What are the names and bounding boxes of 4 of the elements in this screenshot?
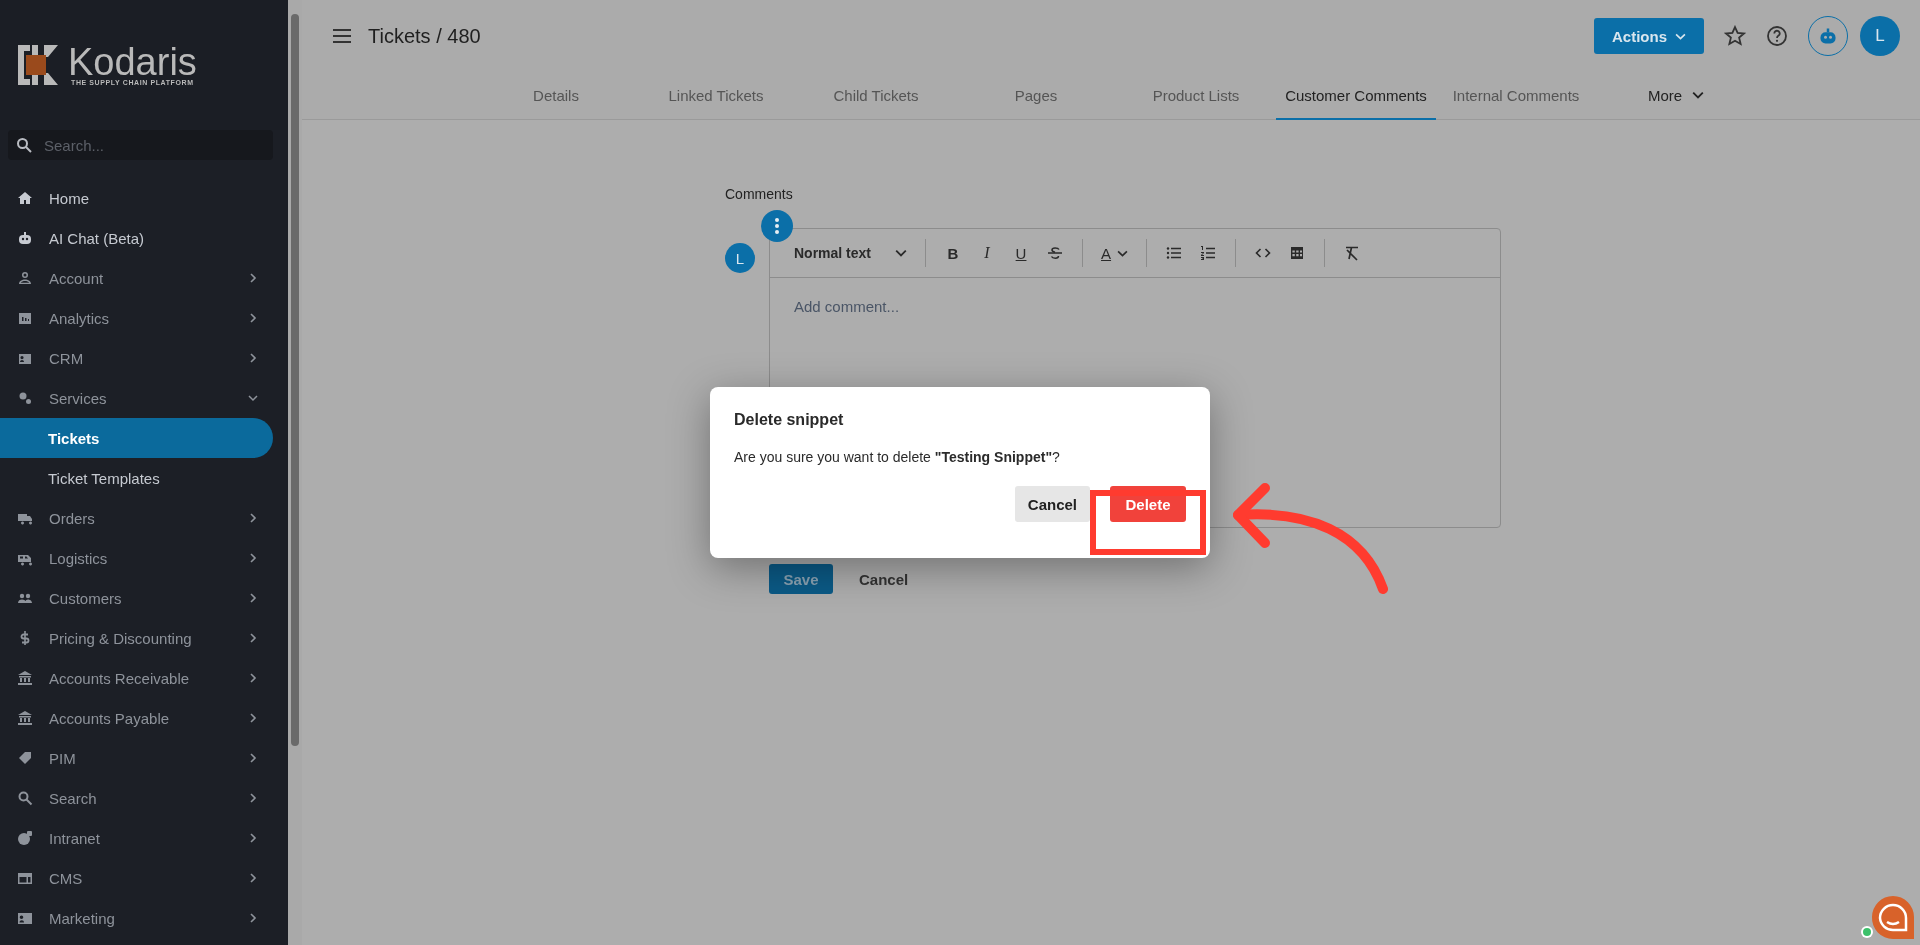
user-avatar: L <box>725 243 755 273</box>
logo-name: Kodaris <box>68 44 197 79</box>
page-title: Tickets / 480 <box>368 24 482 48</box>
section-label: Comments <box>725 186 794 202</box>
